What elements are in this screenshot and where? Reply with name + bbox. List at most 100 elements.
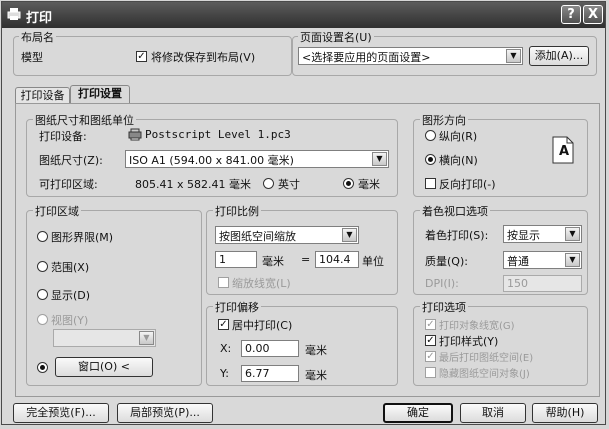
plot-area-window-radio[interactable] [37, 362, 48, 373]
shaded-viewport-group: 着色视口选项 着色打印(S): 按显示 ▼ 质量(Q): 普通 ▼ DPI(I)… [413, 203, 588, 295]
tab-plot-settings[interactable]: 打印设置 [70, 85, 130, 104]
paper-size-select[interactable]: ISO A1 (594.00 x 841.00 毫米) ▼ [125, 150, 389, 168]
offset-x-label: X: [220, 342, 232, 355]
offset-x-input[interactable]: 0.00 [241, 340, 299, 357]
plot-area-limits-label: 图形界限(M) [51, 231, 114, 244]
chevron-down-icon: ▼ [342, 228, 357, 242]
orientation-group: 图形方向 纵向(R) 横向(N) 反向打印(-) A [413, 112, 588, 197]
save-to-layout-label: 将修改保存到布局(V) [151, 51, 256, 64]
plot-area-limits-radio[interactable] [37, 231, 48, 242]
plot-offset-group: 打印偏移 ✓ 居中打印(C) X: 0.00 毫米 Y: 6.77 毫米 [206, 299, 398, 386]
center-plot-checkbox[interactable]: ✓ [218, 319, 229, 330]
hide-paperspace-label: 隐藏图纸空间对象(J) [439, 369, 530, 380]
paper-group-label: 图纸尺寸和图纸单位 [33, 112, 136, 128]
title-bar[interactable]: 打印 ? X [2, 2, 605, 28]
page-setup-value: <选择要应用的页面设置> [302, 51, 431, 64]
orientation-group-label: 图形方向 [420, 112, 468, 128]
offset-y-label: Y: [220, 367, 229, 380]
scale-equals-sign: = [301, 253, 311, 266]
paperspace-last-label: 最后打印图纸空间(E) [439, 353, 534, 364]
portrait-label: 纵向(R) [439, 130, 478, 143]
offset-y-input[interactable]: 6.77 [241, 365, 299, 382]
scale-paper-units-label: 毫米 [262, 255, 284, 268]
plot-scale-group-label: 打印比例 [213, 203, 261, 219]
paper-size-value: ISO A1 (594.00 x 841.00 毫米) [129, 154, 294, 167]
close-title-button[interactable]: X [583, 5, 603, 24]
plot-area-display-label: 显示(D) [51, 289, 91, 302]
quality-label: 质量(Q): [425, 255, 468, 268]
reverse-plot-checkbox[interactable] [425, 178, 436, 189]
quality-select[interactable]: 普通 ▼ [503, 251, 582, 269]
layout-name-group: 布局名 模型 ✓ 将修改保存到布局(V) [13, 29, 292, 76]
plot-area-extents-radio[interactable] [37, 261, 48, 272]
plot-area-extents-label: 范围(X) [51, 261, 90, 274]
help-title-button[interactable]: ? [561, 5, 581, 24]
paper-size-group: 图纸尺寸和图纸单位 打印设备: Postscript Level 1.pc3 图… [26, 112, 398, 197]
offset-y-value: 6.77 [245, 367, 270, 380]
view-select[interactable]: ▼ [53, 329, 156, 347]
tab-plot-device[interactable]: 打印设备 [15, 87, 70, 104]
cancel-button[interactable]: 取消 [460, 403, 526, 423]
shade-plot-label: 着色打印(S): [425, 229, 489, 242]
full-preview-button[interactable]: 完全预览(F)... [13, 403, 109, 423]
partial-preview-button[interactable]: 局部预览(P)... [117, 403, 213, 423]
printable-area-label: 可打印区域: [39, 178, 98, 191]
scale-drawing-units-input[interactable]: 104.4 [315, 251, 359, 268]
add-page-setup-button[interactable]: 添加(A)... [529, 46, 589, 66]
landscape-radio[interactable] [425, 154, 436, 165]
page-setup-select[interactable]: <选择要应用的页面设置> ▼ [298, 47, 523, 65]
help-button[interactable]: 帮助(H) [532, 403, 598, 423]
paper-size-label: 图纸尺寸(Z): [39, 154, 103, 167]
dpi-input[interactable]: 150 [503, 275, 582, 292]
reverse-plot-label: 反向打印(-) [439, 178, 496, 191]
chevron-down-icon: ▼ [139, 331, 154, 345]
landscape-label: 横向(N) [439, 154, 478, 167]
print-dialog: 打印 ? X 布局名 模型 ✓ 将修改保存到布局(V) 页面设置名(U) <选择… [1, 1, 606, 425]
offset-x-unit: 毫米 [305, 344, 327, 357]
printer-icon [7, 8, 21, 20]
dpi-label: DPI(I): [425, 277, 459, 290]
center-plot-label: 居中打印(C) [232, 319, 293, 332]
plot-styles-checkbox[interactable]: ✓ [425, 335, 436, 346]
ok-button[interactable]: 确定 [383, 403, 453, 423]
unit-inch-radio[interactable] [263, 178, 274, 189]
plot-area-view-radio[interactable] [37, 314, 48, 325]
device-label: 打印设备: [39, 130, 87, 143]
layout-name-value: 模型 [21, 51, 43, 64]
scale-paper-units-input[interactable]: 1 [215, 251, 257, 268]
orientation-preview-letter: A [559, 144, 570, 159]
printable-area-value: 805.41 x 582.41 毫米 [135, 178, 251, 191]
chevron-down-icon: ▼ [506, 49, 521, 63]
scale-lineweights-checkbox[interactable] [218, 277, 229, 288]
window-pick-button[interactable]: 窗口(O) < [55, 357, 153, 377]
shade-plot-select[interactable]: 按显示 ▼ [503, 225, 582, 243]
scale-paper-units-value: 1 [219, 253, 226, 266]
unit-inch-label: 英寸 [278, 178, 300, 191]
plot-scale-select[interactable]: 按图纸空间缩放 ▼ [215, 226, 359, 244]
page-setup-label: 页面设置名(U) [298, 29, 374, 45]
plot-lineweights-checkbox[interactable]: ✓ [425, 319, 436, 330]
shade-plot-value: 按显示 [507, 229, 540, 242]
plot-scale-value: 按图纸空间缩放 [219, 230, 296, 243]
chevron-down-icon: ▼ [372, 152, 387, 166]
plot-area-view-label: 视图(Y) [51, 314, 89, 327]
device-value: Postscript Level 1.pc3 [145, 128, 291, 141]
offset-x-value: 0.00 [245, 342, 270, 355]
save-to-layout-checkbox[interactable]: ✓ [136, 51, 147, 62]
scale-drawing-units-label: 单位 [362, 255, 384, 268]
plot-lineweights-label: 打印对象线宽(G) [439, 321, 515, 332]
quality-value: 普通 [507, 255, 529, 268]
window-title: 打印 [26, 11, 53, 26]
dpi-value: 150 [507, 277, 528, 290]
plot-options-group-label: 打印选项 [420, 299, 468, 315]
unit-mm-radio[interactable] [343, 178, 354, 189]
scale-drawing-units-value: 104.4 [319, 253, 351, 266]
hide-paperspace-checkbox[interactable] [425, 367, 436, 378]
plot-area-group-label: 打印区域 [33, 203, 81, 219]
chevron-down-icon: ▼ [565, 253, 580, 267]
portrait-radio[interactable] [425, 130, 436, 141]
paperspace-last-checkbox[interactable]: ✓ [425, 351, 436, 362]
plot-area-display-radio[interactable] [37, 289, 48, 300]
chevron-down-icon: ▼ [565, 227, 580, 241]
plotter-icon [128, 128, 142, 141]
